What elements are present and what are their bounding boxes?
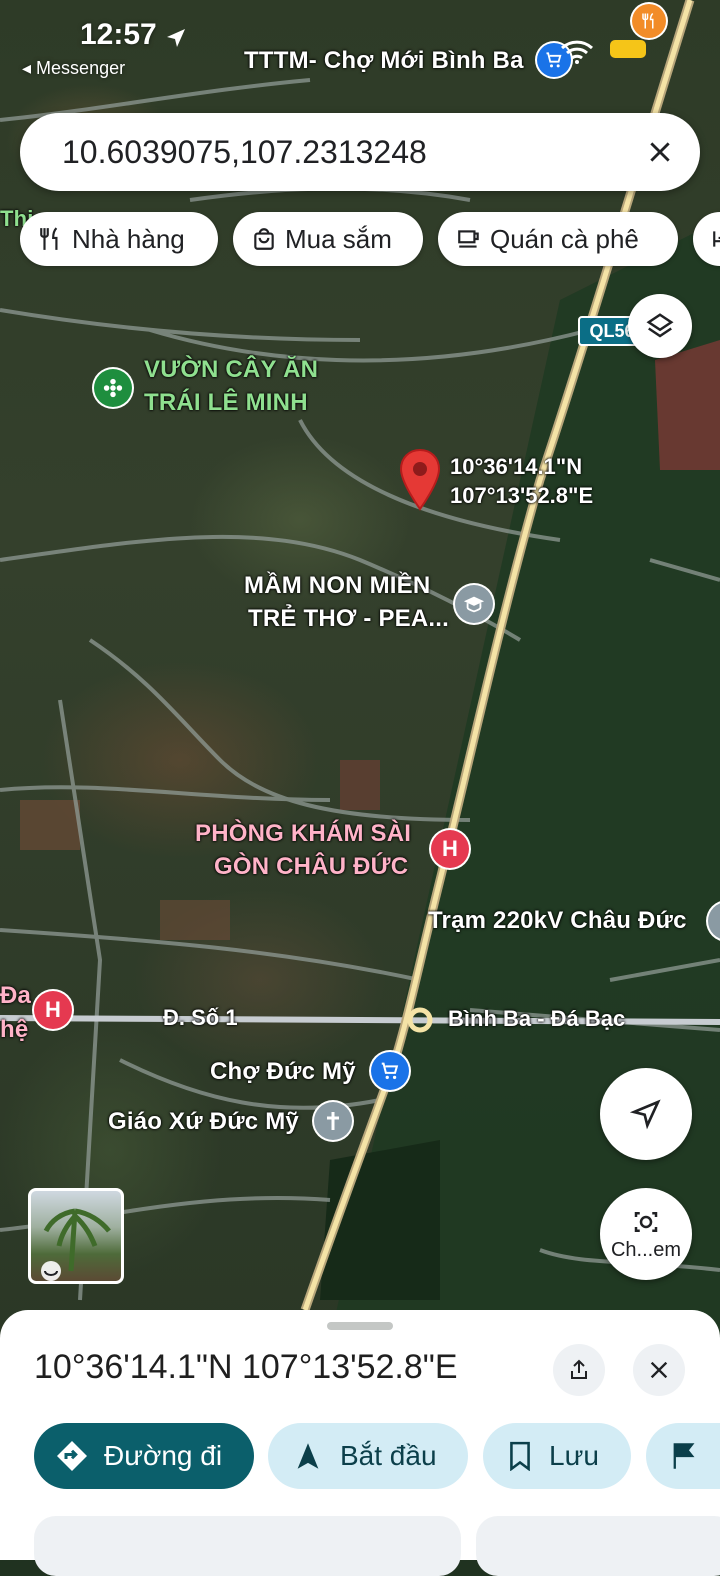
poi-label-market[interactable]: Chợ Đức Mỹ xyxy=(210,1056,356,1088)
pin-longitude: 107°13'52.8"E xyxy=(450,483,594,508)
poi-label-substation[interactable]: Trạm 220kV Châu Đức xyxy=(428,905,687,937)
church-cross-icon[interactable] xyxy=(314,1102,352,1140)
directions-icon xyxy=(54,1438,90,1474)
share-button[interactable] xyxy=(553,1344,605,1396)
back-to-messenger[interactable]: ◂ Messenger xyxy=(22,58,125,79)
shopping-bag-icon xyxy=(251,226,277,252)
directions-button[interactable]: Đường đi xyxy=(34,1423,254,1489)
chip-coffee[interactable]: Quán cà phê xyxy=(438,212,678,266)
poi-label-orchard-2[interactable]: TRÁI LÊ MINH xyxy=(144,387,308,419)
chip-label: Mua sắm xyxy=(285,223,392,254)
pin-coordinates: 10°36'14.1"N 107°13'52.8"E xyxy=(450,452,593,510)
flower-icon[interactable] xyxy=(94,369,132,407)
close-icon xyxy=(650,142,670,162)
photo-card[interactable] xyxy=(476,1516,720,1576)
location-arrow-icon xyxy=(167,29,185,47)
flag-icon xyxy=(670,1441,698,1471)
street-view-thumbnail[interactable] xyxy=(28,1188,124,1284)
layers-icon xyxy=(646,313,674,338)
layers-button[interactable] xyxy=(628,294,692,358)
hospital-icon[interactable]: H xyxy=(431,830,469,868)
shopping-cart-icon-market[interactable] xyxy=(371,1052,409,1090)
chip-label: Quán cà phê xyxy=(490,223,639,254)
start-label: Bắt đầu xyxy=(340,1440,437,1471)
poi-label-clinic-1[interactable]: PHÒNG KHÁM SÀI xyxy=(195,818,411,850)
directions-label: Đường đi xyxy=(104,1440,223,1471)
my-location-button[interactable] xyxy=(600,1068,692,1160)
poi-label-left-he[interactable]: hệ xyxy=(0,1014,28,1046)
camera-search-button[interactable]: Ch...em xyxy=(600,1188,692,1280)
navigation-icon xyxy=(294,1441,322,1471)
poi-label-school-1[interactable]: MẦM NON MIỀN xyxy=(244,570,430,602)
navigation-arrow-icon xyxy=(630,1099,661,1130)
location-pin-icon[interactable] xyxy=(398,448,442,512)
chip-shopping[interactable]: Mua sắm xyxy=(233,212,423,266)
camera-icon xyxy=(634,1211,658,1232)
graduation-cap-icon[interactable] xyxy=(455,585,493,623)
camera-button-label: Ch...em xyxy=(610,1238,682,1261)
close-icon xyxy=(650,1361,668,1379)
share-icon xyxy=(571,1359,587,1379)
pin-latitude: 10°36'14.1"N xyxy=(450,454,583,479)
hotel-bed-icon xyxy=(711,226,720,252)
hospital-icon-left[interactable]: H xyxy=(34,991,72,1029)
status-bar: 12:57 ◂ Messenger xyxy=(0,0,720,90)
poi-label-orchard-1[interactable]: VƯỜN CÂY ĂN xyxy=(144,354,318,386)
chip-restaurants[interactable]: Nhà hàng xyxy=(20,212,218,266)
save-label: Lưu xyxy=(549,1440,599,1471)
chip-label: Nhà hàng xyxy=(72,223,185,254)
start-button[interactable]: Bắt đầu xyxy=(268,1423,468,1489)
battery-icon xyxy=(610,40,646,58)
street-view-photo xyxy=(41,1208,111,1281)
poi-label-clinic-2[interactable]: GÒN CHÂU ĐỨC xyxy=(214,851,408,883)
place-coordinates-title: 10°36'14.1"N 107°13'52.8"E xyxy=(34,1348,458,1386)
road-label-binh-ba: Bình Ba - Đá Bạc xyxy=(448,1006,626,1031)
photo-card[interactable] xyxy=(34,1516,461,1576)
back-app-label: Messenger xyxy=(36,58,126,78)
back-caret-icon: ◂ xyxy=(22,58,37,78)
save-button[interactable]: Lưu xyxy=(483,1423,631,1489)
bookmark-icon xyxy=(507,1441,533,1471)
close-sheet-button[interactable] xyxy=(633,1344,685,1396)
search-input[interactable]: 10.6039075,107.2313248 xyxy=(62,134,630,171)
road-label-so1: Đ. Số 1 xyxy=(163,1005,238,1030)
search-bar[interactable]: 10.6039075,107.2313248 xyxy=(20,113,700,191)
label-button[interactable] xyxy=(646,1423,720,1489)
drag-handle[interactable] xyxy=(327,1322,393,1330)
poi-label-left-da[interactable]: Đa xyxy=(0,980,31,1012)
wifi-icon xyxy=(560,40,594,64)
status-time: 12:57 xyxy=(80,18,157,51)
restaurant-icon xyxy=(38,226,64,252)
coffee-cup-icon xyxy=(456,226,482,252)
clear-search-button[interactable] xyxy=(630,122,690,182)
poi-label-church[interactable]: Giáo Xứ Đức Mỹ xyxy=(108,1106,299,1138)
poi-label-school-2[interactable]: TRẺ THƠ - PEA... xyxy=(248,603,449,635)
